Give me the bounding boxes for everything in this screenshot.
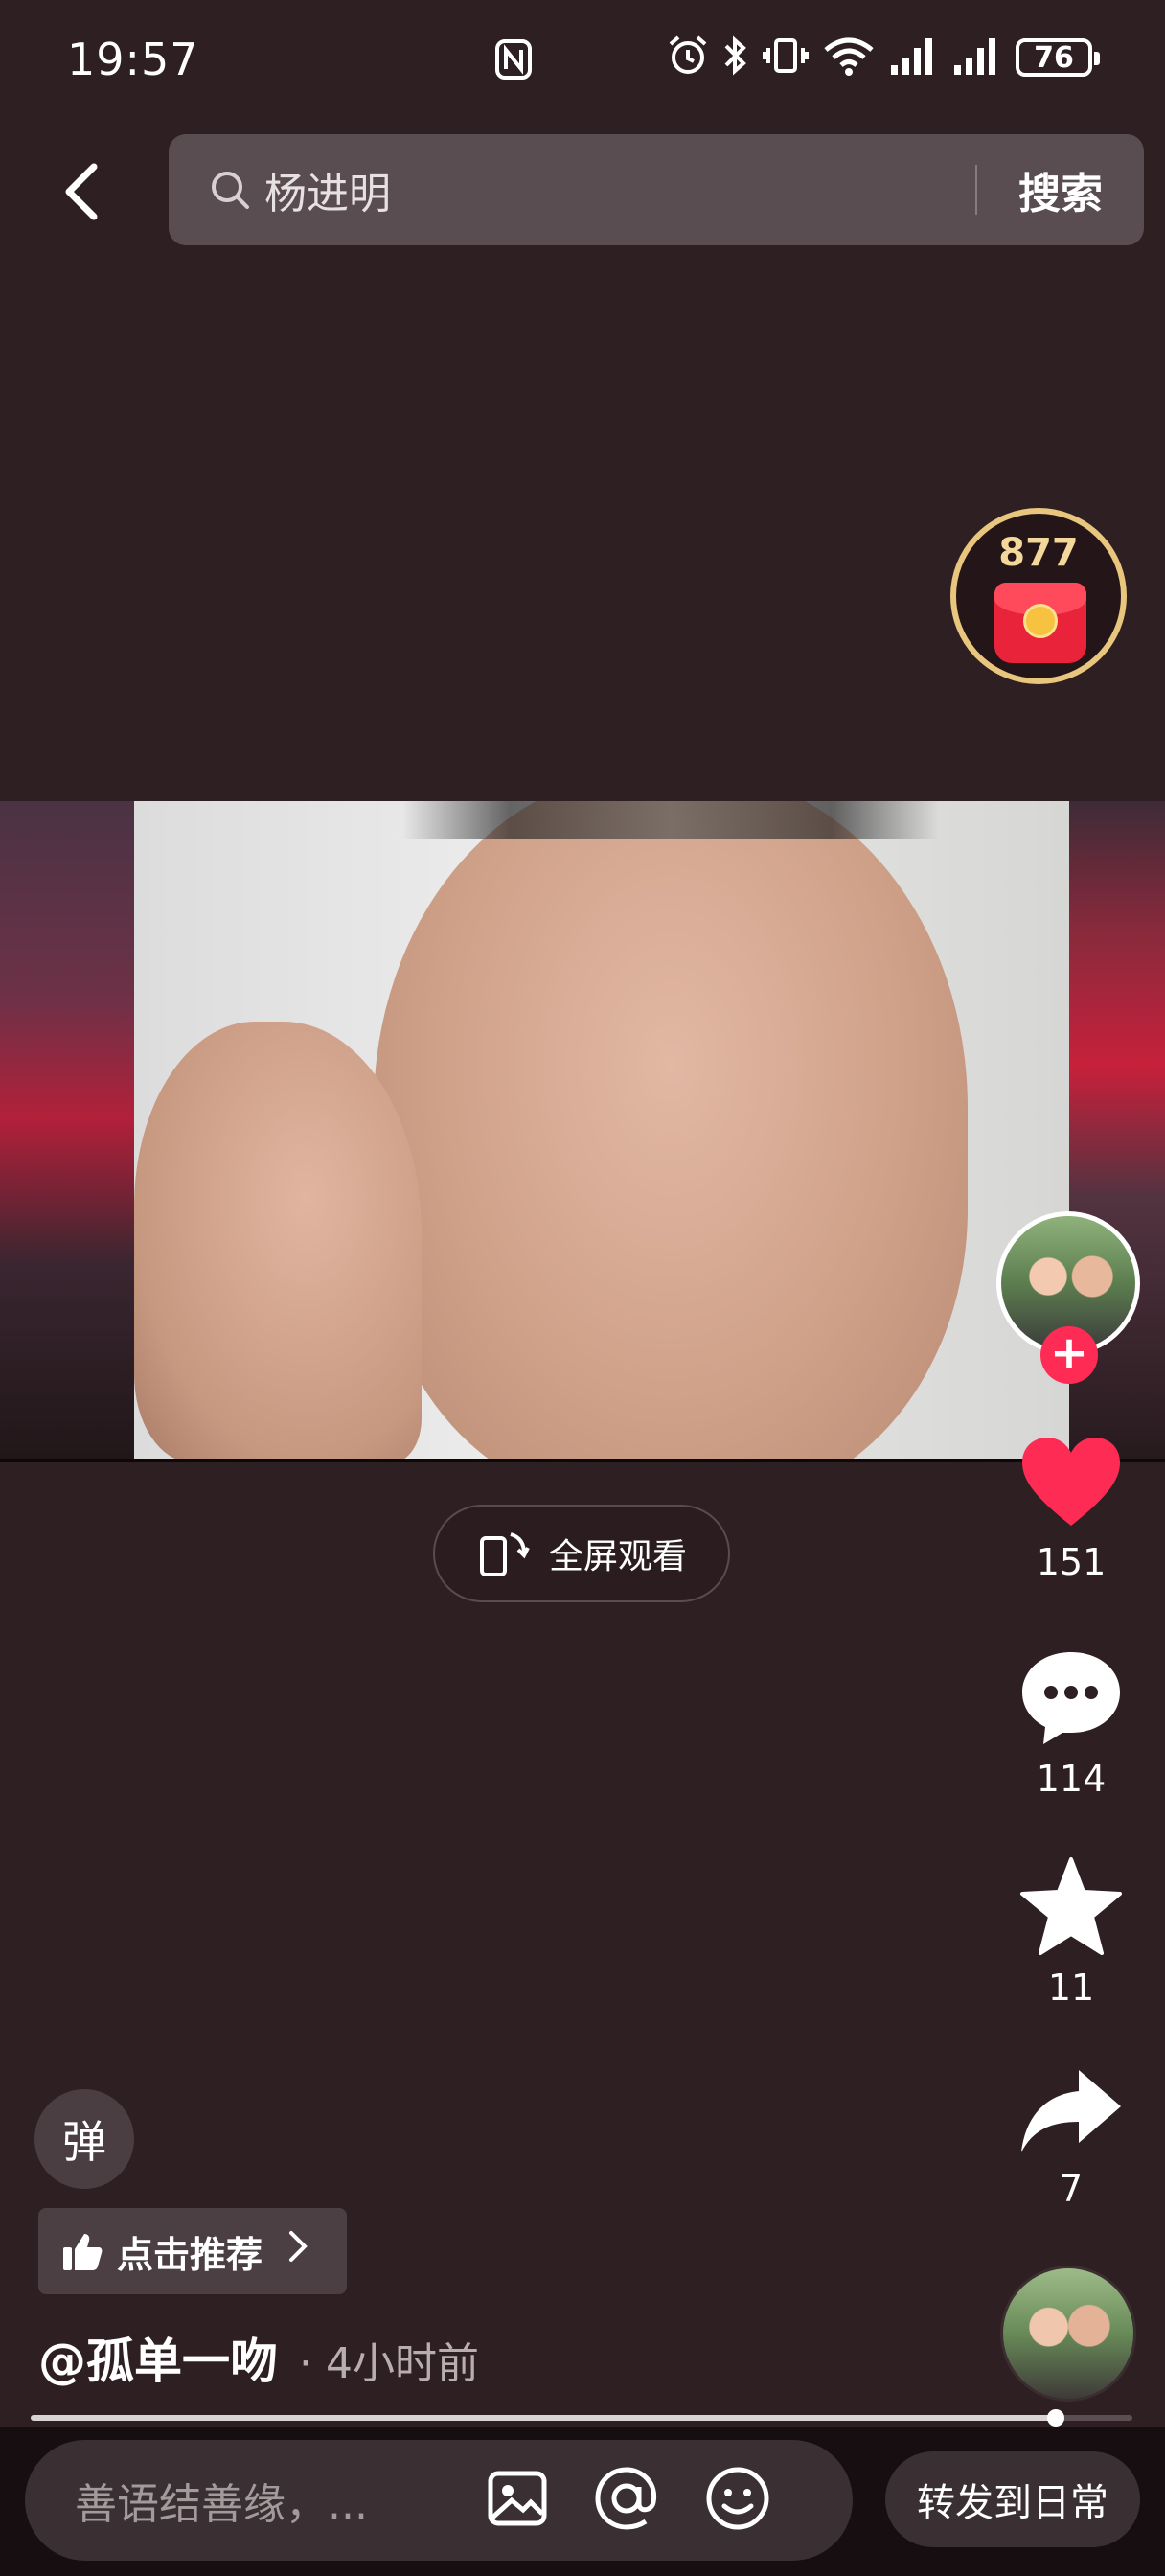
heart-icon xyxy=(1022,1438,1120,1526)
post-time: · 4小时前 xyxy=(299,2339,479,2388)
mention-icon[interactable] xyxy=(594,2466,659,2535)
search-button[interactable]: 搜索 xyxy=(977,159,1144,220)
status-time: 19:57 xyxy=(67,34,199,85)
danmu-label: 弹 xyxy=(62,2116,106,2168)
video-subject-hair xyxy=(402,801,939,840)
search-icon xyxy=(212,172,249,209)
comment-input[interactable]: 善语结善缘，... xyxy=(25,2440,853,2561)
comment-placeholder: 善语结善缘，... xyxy=(75,2480,368,2529)
bluetooth-icon xyxy=(722,34,749,80)
comment-tools xyxy=(487,2466,770,2535)
chevron-right-icon xyxy=(286,2229,308,2273)
comment-icon xyxy=(1022,1652,1120,1744)
video-progress-bar[interactable] xyxy=(31,2409,1132,2426)
video-subject-face xyxy=(374,801,968,1459)
video-progress-knob[interactable] xyxy=(1046,2409,1064,2426)
share-count: 7 xyxy=(1059,2168,1084,2210)
comment-count: 114 xyxy=(1036,1758,1107,1800)
rotate-screen-icon xyxy=(479,1532,530,1576)
thumbs-up-icon xyxy=(63,2234,103,2270)
recommend-label: 点击推荐 xyxy=(117,2233,263,2276)
signal-icon xyxy=(889,36,939,79)
video-player[interactable] xyxy=(0,801,1165,1462)
emoji-icon[interactable] xyxy=(705,2466,770,2535)
share-button[interactable]: 7 xyxy=(1004,2066,1138,2210)
signal-icon xyxy=(952,36,1002,79)
search-row: 杨进明 搜索 xyxy=(0,134,1165,247)
back-arrow-icon xyxy=(65,163,98,220)
share-to-daily-button[interactable]: 转发到日常 xyxy=(885,2451,1140,2547)
like-button[interactable]: 151 xyxy=(1004,1436,1138,1583)
follow-button[interactable]: + xyxy=(1040,1326,1098,1384)
bottom-bar: 善语结善缘，... 转发到日常 xyxy=(0,2426,1165,2576)
back-button[interactable] xyxy=(54,157,111,226)
video-frame xyxy=(134,801,1069,1459)
status-icons: 76 xyxy=(667,34,1100,80)
red-packet-icon xyxy=(994,583,1086,663)
share-to-daily-label: 转发到日常 xyxy=(917,2481,1108,2525)
star-icon xyxy=(1020,1857,1122,1955)
status-bar: 19:57 76 xyxy=(0,0,1165,119)
recommend-button[interactable]: 点击推荐 xyxy=(38,2208,347,2294)
author-line: @孤单一吻 · 4小时前 xyxy=(38,2323,479,2392)
author-name[interactable]: @孤单一吻 xyxy=(38,2323,278,2392)
wifi-icon xyxy=(822,34,876,80)
comment-button[interactable]: 114 xyxy=(1004,1648,1138,1800)
battery-level: 76 xyxy=(1034,40,1074,75)
video-progress-fill xyxy=(31,2415,1056,2421)
favorite-count: 11 xyxy=(1047,1966,1095,2009)
favorite-button[interactable]: 11 xyxy=(1004,1857,1138,2009)
danmu-toggle-button[interactable]: 弹 xyxy=(34,2089,134,2189)
image-icon[interactable] xyxy=(487,2468,548,2533)
video-subject-hand xyxy=(134,1022,422,1459)
fullscreen-button[interactable]: 全屏观看 xyxy=(433,1505,730,1602)
alarm-icon xyxy=(667,34,709,80)
red-packet-widget[interactable]: 877 xyxy=(950,508,1127,684)
search-input[interactable]: 杨进明 搜索 xyxy=(169,134,1144,245)
nfc-icon xyxy=(494,38,533,84)
share-arrow-icon xyxy=(1021,2070,1121,2152)
video-background-left xyxy=(0,801,134,1462)
battery-icon: 76 xyxy=(1016,38,1100,77)
fullscreen-label: 全屏观看 xyxy=(548,1537,687,1576)
like-count: 151 xyxy=(1036,1541,1107,1583)
music-disc-avatar[interactable] xyxy=(1000,2266,1136,2402)
vibrate-icon xyxy=(763,34,809,80)
search-query: 杨进明 xyxy=(264,170,391,218)
red-packet-count: 877 xyxy=(998,531,1079,575)
